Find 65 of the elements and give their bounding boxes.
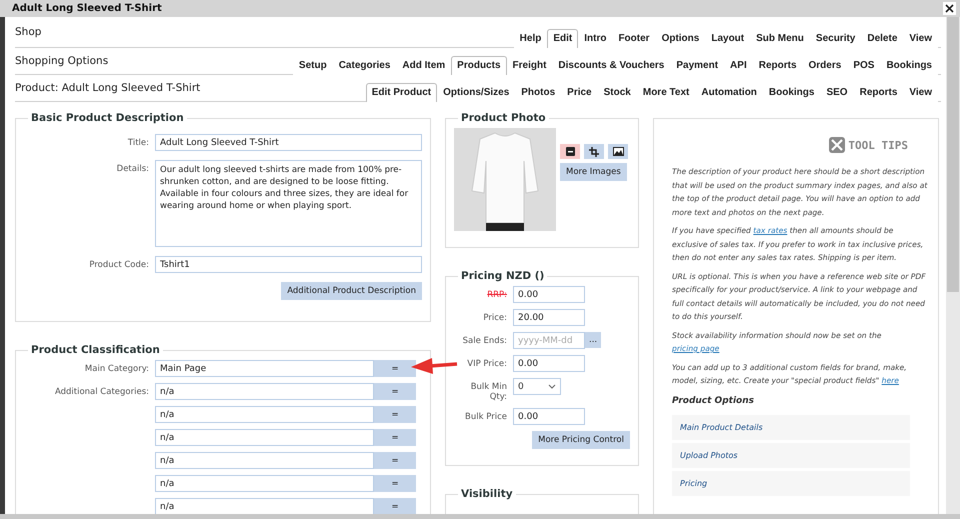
price-field[interactable]: 20.00 <box>513 309 585 326</box>
category-picker-button[interactable]: = <box>374 498 416 514</box>
category-field[interactable]: Main Page <box>155 360 374 377</box>
field-label: VIP Price: <box>466 358 507 369</box>
field-label: Bulk Price <box>464 411 507 422</box>
category-field[interactable]: n/a <box>155 429 374 446</box>
image-button[interactable] <box>608 144 628 159</box>
category-field[interactable]: n/a <box>155 452 374 469</box>
nav-tab[interactable]: Edit Product <box>366 83 438 102</box>
category-field[interactable]: n/a <box>155 475 374 492</box>
category-picker-button[interactable]: = <box>374 360 416 377</box>
panel-legend: Visibility <box>458 488 516 500</box>
category-field[interactable]: n/a <box>155 498 374 514</box>
nav-tab[interactable]: Products <box>451 56 507 75</box>
tool-tips-heading: TOOL TIPS <box>848 138 908 152</box>
category-picker-button[interactable]: = <box>374 383 416 400</box>
options-heading: Product Options <box>672 396 755 406</box>
category-field[interactable]: n/a <box>155 406 374 423</box>
category-picker-button[interactable]: = <box>374 429 416 446</box>
minus-icon <box>566 147 574 156</box>
more-pricing-button[interactable]: More Pricing Control <box>532 431 630 449</box>
additional-description-button[interactable]: Additional Product Description <box>281 282 422 300</box>
field-label: Bulk Min Qty: <box>470 381 507 402</box>
title-field[interactable]: Adult Long Sleeved T-Shirt <box>155 134 422 151</box>
date-field[interactable]: yyyy-MM-dd <box>513 332 585 349</box>
crop-icon <box>589 146 599 156</box>
field-label: Product Code: <box>88 259 149 270</box>
field-label: Additional Categories: <box>54 386 149 397</box>
remove-button[interactable] <box>560 144 580 159</box>
more-images-button[interactable]: More Images <box>560 163 627 181</box>
field-label: RRP: <box>486 289 507 300</box>
category-field[interactable]: n/a <box>155 383 374 400</box>
product-option-link[interactable]: Upload Photos <box>672 442 910 468</box>
product-option-link[interactable]: Pricing <box>672 470 910 496</box>
category-picker-button[interactable]: = <box>374 475 416 492</box>
section-heading: Shopping Options <box>15 55 108 67</box>
field-label: Main Category: <box>84 363 149 374</box>
image-icon <box>612 147 624 156</box>
window-title: Adult Long Sleeved T-Shirt <box>12 3 162 14</box>
price-field[interactable]: 0.00 <box>513 355 585 372</box>
field-label: Details: <box>116 163 149 174</box>
product-code-field[interactable]: Tshirt1 <box>155 256 422 273</box>
section-heading: Product: Adult Long Sleeved T-Shirt <box>15 82 200 94</box>
section-heading: Shop <box>15 26 42 38</box>
crop-button[interactable] <box>584 144 604 159</box>
date-picker-button[interactable]: ... <box>585 332 602 348</box>
price-field[interactable]: 0.00 <box>513 286 585 303</box>
panel-legend: Product Classification <box>28 344 163 356</box>
close-icon <box>945 4 954 13</box>
product-option-link[interactable]: Main Product Details <box>672 414 910 440</box>
field-label: Sale Ends: <box>462 335 507 346</box>
panel-legend: Basic Product Description <box>28 112 187 124</box>
category-picker-button[interactable]: = <box>374 452 416 469</box>
panel-legend: Product Photo <box>458 112 549 124</box>
chevron-down-icon <box>548 384 556 389</box>
category-picker-button[interactable]: = <box>374 406 416 423</box>
close-button[interactable] <box>943 2 956 15</box>
panel-legend: Pricing NZD () <box>458 270 548 282</box>
field-label: Price: <box>482 312 507 323</box>
details-field[interactable]: Our adult long sleeved t-shirts are made from 100% pre-shrunken cotton, and are designed to be loose fitting. Available in four colours and three sizes, they are ideal for wearing around home or when playing sport. <box>155 160 422 247</box>
field-label: Title: <box>126 137 149 148</box>
quantity-select[interactable]: 0 <box>513 378 561 395</box>
nav-tab[interactable]: Edit <box>547 29 578 48</box>
tools-icon <box>829 137 846 153</box>
price-field[interactable]: 0.00 <box>513 408 585 425</box>
